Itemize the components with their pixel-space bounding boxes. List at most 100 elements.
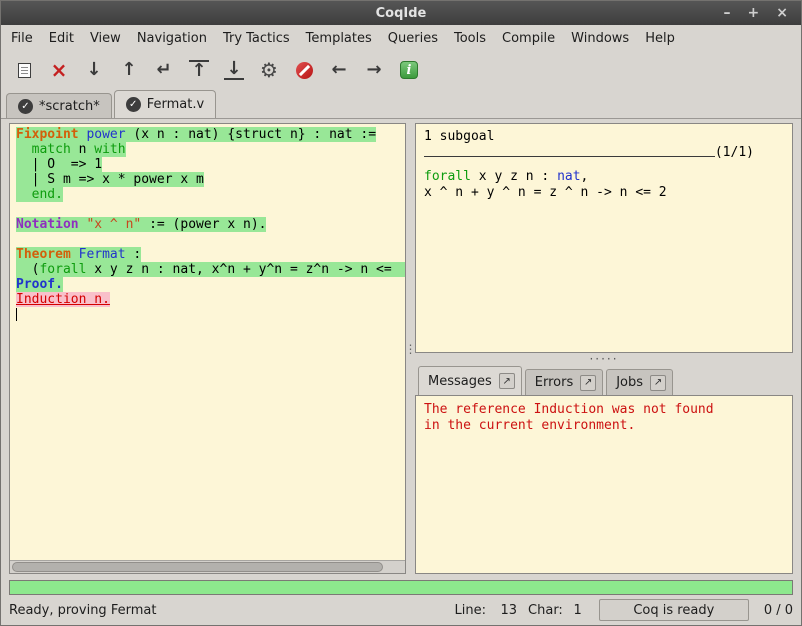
tab-check-icon: ✓ (126, 97, 141, 112)
go-to-cursor-button[interactable]: ↵ (151, 56, 177, 84)
title-bar[interactable]: CoqIde –+× (1, 1, 801, 25)
code-token (71, 247, 79, 262)
status-text: Ready, proving Fermat (9, 603, 156, 618)
detach-button[interactable]: ↗ (580, 375, 596, 391)
next-occurrence-icon: → (366, 61, 381, 79)
coqide-window: CoqIde –+× FileEditViewNavigationTry Tac… (0, 0, 802, 626)
close-buffer-icon: × (51, 60, 68, 80)
menu-queries[interactable]: Queries (380, 28, 446, 49)
code-line[interactable]: (forall x y z n : nat, x^n + y^n = z^n -… (16, 262, 405, 277)
vertical-splitter[interactable]: ⋮ (406, 123, 415, 574)
previous-occurrence-icon: ← (331, 61, 346, 79)
right-column: 1 subgoal (1/1) forall x y z n : nat,x ^… (415, 123, 793, 574)
code-editor[interactable]: Fixpoint power (x n : nat) {struct n} : … (10, 124, 405, 560)
tab-jobs[interactable]: Jobs ↗ (606, 369, 673, 395)
code-line[interactable]: Induction n. (16, 292, 405, 307)
code-token: Proof. (16, 277, 63, 292)
goal-count: 1 subgoal (424, 129, 784, 145)
code-token (16, 187, 32, 202)
step-backward-icon: ↑ (121, 61, 136, 79)
tab-label: Jobs (616, 375, 643, 390)
go-to-start-button[interactable]: ↑ (186, 56, 212, 84)
code-token: : (126, 247, 142, 262)
previous-occurrence-button[interactable]: ← (326, 56, 352, 84)
code-token: Notation (16, 217, 79, 232)
messages-body[interactable]: The reference Induction was not foundin … (415, 395, 793, 574)
tab-label: *scratch* (39, 99, 100, 114)
code-line[interactable] (16, 202, 405, 217)
menu-view[interactable]: View (82, 28, 129, 49)
close-button[interactable]: × (776, 1, 788, 25)
code-line[interactable] (16, 232, 405, 247)
menu-navigation[interactable]: Navigation (129, 28, 215, 49)
code-line[interactable]: Notation "x ^ n" := (power x n). (16, 217, 405, 232)
code-token: , (581, 169, 589, 184)
code-line[interactable]: | S m => x * power x m (16, 172, 405, 187)
worker-jobs-count: 0 / 0 (754, 603, 793, 618)
about-icon: i (400, 61, 418, 79)
code-token: Fermat (79, 247, 126, 262)
menu-try-tactics[interactable]: Try Tactics (215, 28, 298, 49)
detach-button[interactable]: ↗ (650, 375, 666, 391)
fully-check-button[interactable]: ⚙ (256, 56, 282, 84)
menu-file[interactable]: File (3, 28, 41, 49)
code-line[interactable]: Fixpoint power (x n : nat) {struct n} : … (16, 127, 405, 142)
tab-messages[interactable]: Messages↗ (418, 366, 522, 395)
interrupt-icon (296, 62, 313, 79)
about-button[interactable]: i (396, 56, 422, 84)
line-value: 13 (491, 603, 517, 618)
code-token: x y z n : nat, x^n + y^n = z^n -> n <= (86, 262, 391, 277)
close-buffer-button[interactable]: × (46, 56, 72, 84)
code-token (16, 142, 32, 157)
menu-help[interactable]: Help (637, 28, 683, 49)
tab-errors[interactable]: Errors↗ (525, 369, 603, 395)
new-file-button[interactable] (11, 56, 37, 84)
goal-line: x ^ n + y ^ n = z ^ n -> n <= 2 (424, 185, 784, 201)
menu-templates[interactable]: Templates (298, 28, 380, 49)
minimize-button[interactable]: – (724, 1, 731, 25)
message-line: The reference Induction was not found (424, 402, 784, 418)
code-token: power (86, 127, 125, 142)
tab-check-icon: ✓ (18, 99, 33, 114)
goals-panel[interactable]: 1 subgoal (1/1) forall x y z n : nat,x ^… (415, 123, 793, 353)
code-token: forall (39, 262, 86, 277)
new-file-icon (18, 63, 31, 78)
step-forward-icon: ↓ (86, 61, 101, 79)
main-area: Fixpoint power (x n : nat) {struct n} : … (1, 119, 801, 580)
tab-scratch[interactable]: ✓ *scratch* (6, 93, 112, 118)
detach-button[interactable]: ↗ (499, 373, 515, 389)
tab-bar: ✓ *scratch* ✓Fermat.v (1, 89, 801, 119)
step-backward-button[interactable]: ↑ (116, 56, 142, 84)
code-line[interactable]: Theorem Fermat : (16, 247, 405, 262)
char-label: Char: (528, 603, 563, 618)
menu-tools[interactable]: Tools (446, 28, 494, 49)
tab-fermat.v[interactable]: ✓Fermat.v (114, 90, 216, 118)
go-to-end-icon: ↓ (224, 60, 243, 80)
detach-icon: ↗ (503, 376, 511, 387)
message-line: in the current environment. (424, 418, 784, 434)
next-occurrence-button[interactable]: → (361, 56, 387, 84)
code-token: := (power x n). (141, 217, 266, 232)
horizontal-splitter[interactable]: ····· (415, 353, 793, 364)
go-to-cursor-icon: ↵ (156, 61, 171, 79)
menu-windows[interactable]: Windows (563, 28, 637, 49)
maximize-button[interactable]: + (748, 1, 760, 25)
interrupt-button[interactable] (291, 56, 317, 84)
code-token: Theorem (16, 247, 71, 262)
menu-compile[interactable]: Compile (494, 28, 563, 49)
status-bar: Ready, proving Fermat Line: 13 Char: 1 C… (1, 595, 801, 625)
step-forward-button[interactable]: ↓ (81, 56, 107, 84)
line-label: Line: (455, 603, 486, 618)
detach-icon: ↗ (584, 377, 592, 388)
code-line[interactable]: | O => 1 (16, 157, 405, 172)
code-line[interactable]: end. (16, 187, 405, 202)
goal-lines: forall x y z n : nat,x ^ n + y ^ n = z ^… (424, 169, 784, 201)
scrollbar-thumb[interactable] (12, 562, 383, 572)
code-token: "x ^ n" (86, 217, 141, 232)
menu-edit[interactable]: Edit (41, 28, 82, 49)
code-line[interactable]: match n with (16, 142, 405, 157)
go-to-end-button[interactable]: ↓ (221, 56, 247, 84)
code-line[interactable]: Proof. (16, 277, 405, 292)
code-line[interactable] (16, 307, 405, 322)
horizontal-scrollbar[interactable] (10, 560, 405, 573)
